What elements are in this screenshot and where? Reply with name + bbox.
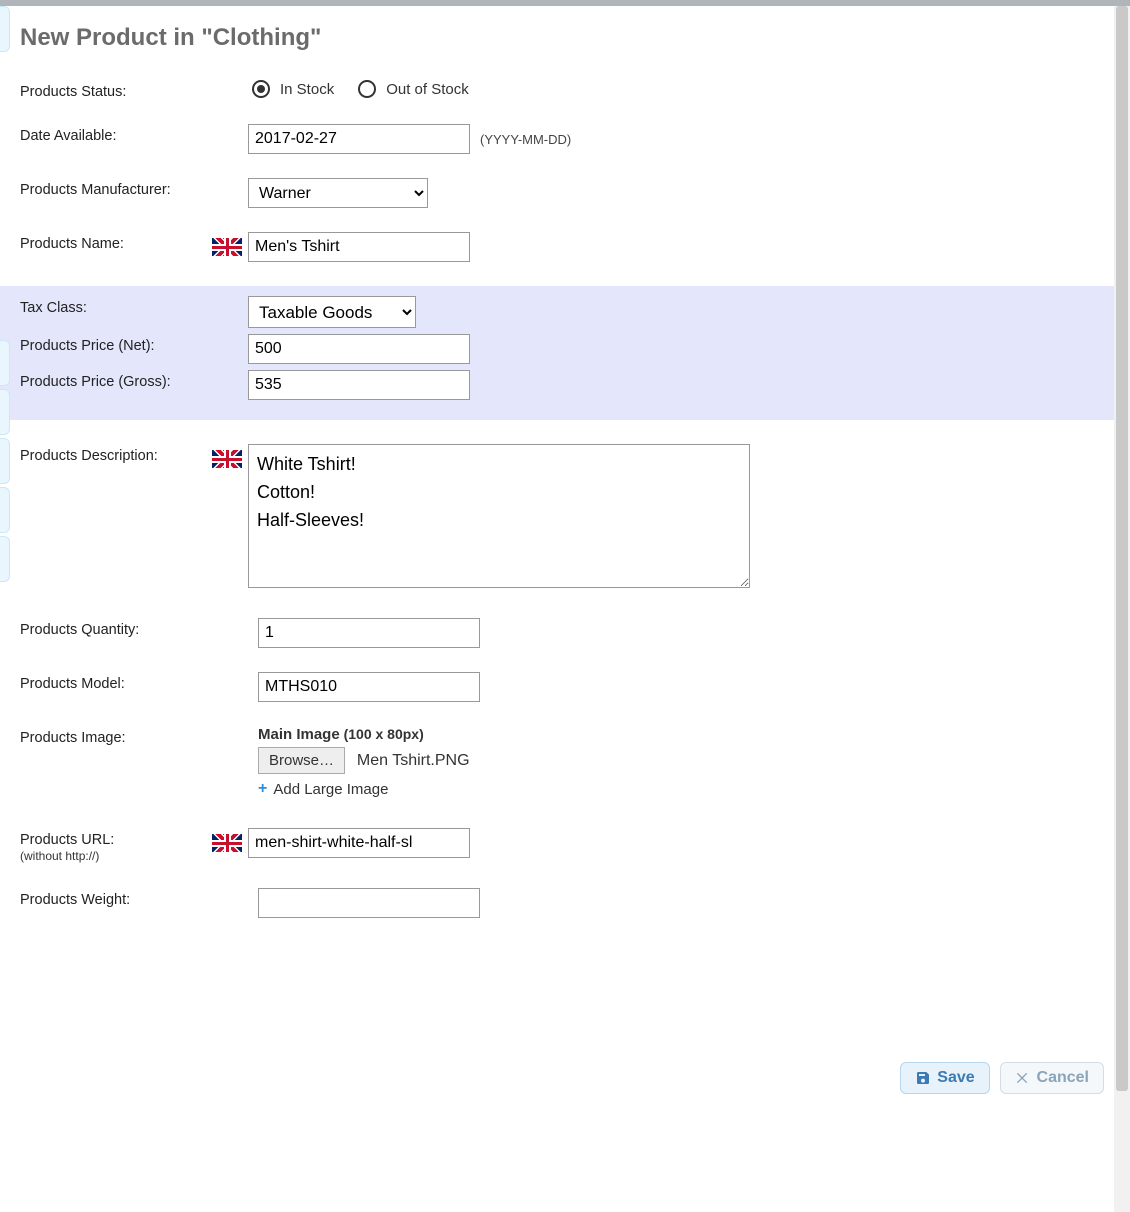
model-input[interactable] (258, 672, 480, 702)
save-button[interactable]: Save (900, 1062, 989, 1094)
price-gross-label: Products Price (Gross): (20, 370, 210, 390)
manufacturer-label: Products Manufacturer: (20, 178, 210, 198)
uk-flag-icon (212, 450, 242, 468)
close-icon (1015, 1070, 1031, 1086)
products-name-label: Products Name: (20, 232, 210, 252)
side-tab[interactable] (0, 389, 10, 435)
price-net-input[interactable] (248, 334, 470, 364)
tax-class-label: Tax Class: (20, 296, 210, 316)
weight-input[interactable] (258, 888, 480, 918)
side-tab[interactable] (0, 536, 10, 582)
side-tab[interactable] (0, 6, 10, 52)
description-textarea[interactable] (248, 444, 750, 588)
date-format-hint: (YYYY-MM-DD) (480, 132, 571, 147)
price-net-label: Products Price (Net): (20, 334, 210, 354)
price-gross-input[interactable] (248, 370, 470, 400)
tax-price-section: Tax Class: Taxable Goods Products Price … (0, 286, 1130, 420)
uk-flag-icon (212, 238, 242, 256)
save-button-label: Save (937, 1069, 974, 1087)
status-out-of-stock-radio[interactable] (358, 80, 376, 98)
url-sublabel: (without http://) (20, 849, 99, 863)
scrollbar-thumb[interactable] (1116, 6, 1128, 1091)
cancel-button[interactable]: Cancel (1000, 1062, 1104, 1094)
side-tab[interactable] (0, 340, 10, 386)
products-status-label: Products Status: (20, 80, 210, 100)
quantity-label: Products Quantity: (20, 618, 210, 638)
page-title: New Product in "Clothing" (20, 24, 1110, 52)
tax-class-select[interactable]: Taxable Goods (248, 296, 416, 328)
description-label: Products Description: (20, 444, 210, 464)
model-label: Products Model: (20, 672, 210, 692)
uk-flag-icon (212, 834, 242, 852)
scrollbar[interactable] (1114, 6, 1130, 1212)
date-available-input[interactable] (248, 124, 470, 154)
status-in-stock-radio[interactable] (252, 80, 270, 98)
browse-button[interactable]: Browse… (258, 747, 345, 774)
manufacturer-select[interactable]: Warner (248, 178, 428, 208)
status-out-of-stock-label: Out of Stock (386, 81, 469, 98)
side-tab[interactable] (0, 487, 10, 533)
url-label: Products URL: (without http://) (20, 828, 210, 864)
main-image-dimensions: (100 x 80px) (344, 726, 424, 742)
selected-file-name: Men Tshirt.PNG (357, 752, 470, 769)
image-label: Products Image: (20, 726, 210, 746)
quantity-input[interactable] (258, 618, 480, 648)
url-input[interactable] (248, 828, 470, 858)
side-tab[interactable] (0, 438, 10, 484)
cancel-button-label: Cancel (1037, 1069, 1089, 1087)
status-in-stock-label: In Stock (280, 81, 334, 98)
main-image-label: Main Image (258, 726, 340, 743)
weight-label: Products Weight: (20, 888, 210, 908)
date-available-label: Date Available: (20, 124, 210, 144)
save-icon (915, 1070, 931, 1086)
add-large-image-link[interactable]: + Add Large Image (258, 780, 388, 798)
products-name-input[interactable] (248, 232, 470, 262)
add-large-image-label: Add Large Image (273, 781, 388, 798)
plus-icon: + (258, 780, 267, 798)
